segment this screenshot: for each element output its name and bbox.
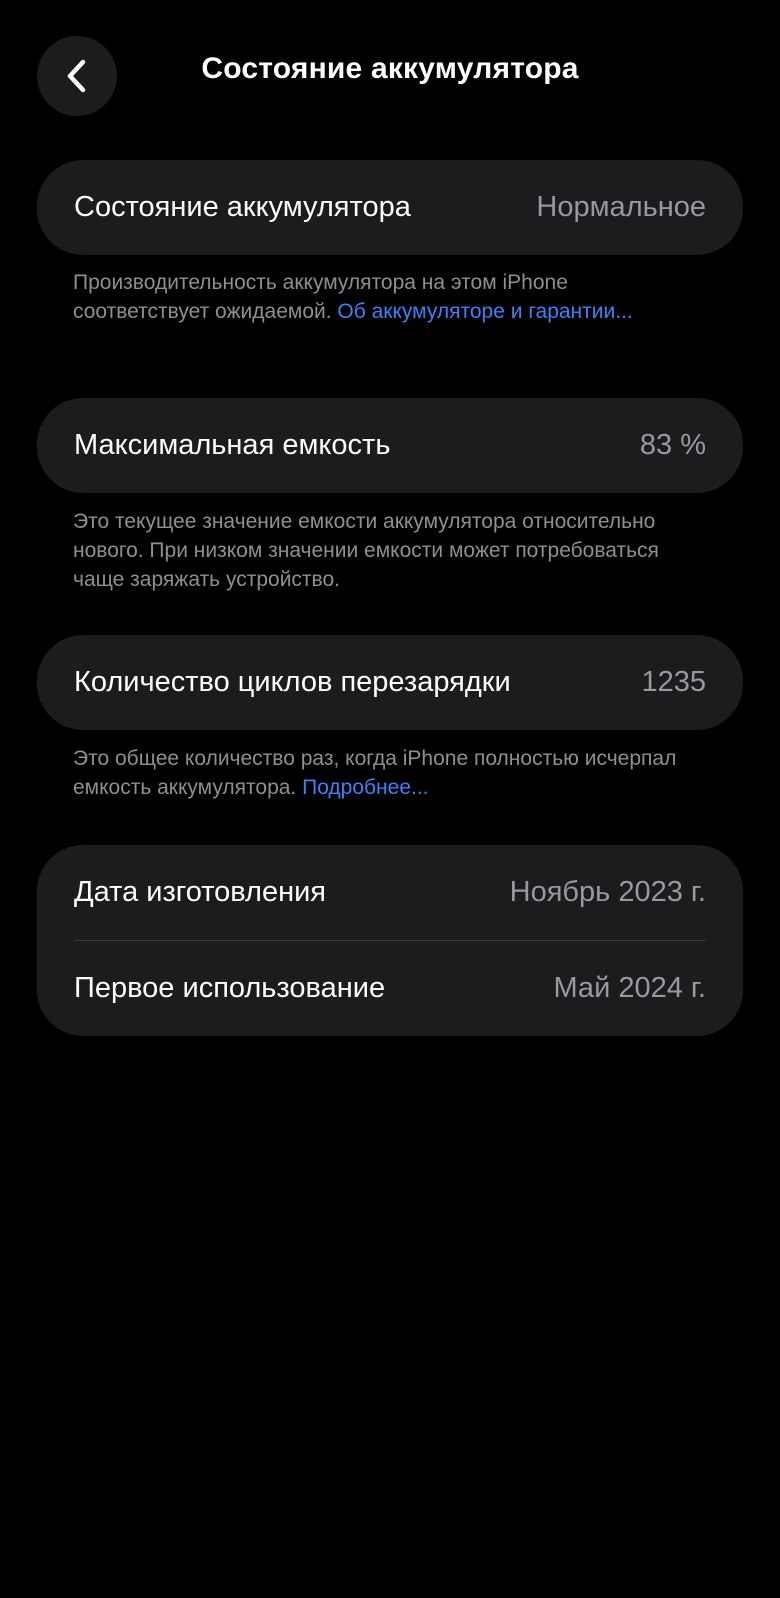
learn-more-link[interactable]: Подробнее... <box>302 776 428 799</box>
battery-condition-note: Производительность аккумулятора на этом … <box>73 268 693 326</box>
battery-condition-value: Нормальное <box>536 191 706 223</box>
cycle-count-value: 1235 <box>641 666 706 698</box>
cycle-count-row: Количество циклов перезарядки 1235 <box>37 635 743 730</box>
first-use-row: Первое использование Май 2024 г. <box>37 941 743 1036</box>
manufacture-date-row: Дата изготовления Ноябрь 2023 г. <box>37 845 743 940</box>
cycle-count-label: Количество циклов перезарядки <box>74 666 511 698</box>
manufacture-date-value: Ноябрь 2023 г. <box>509 876 706 908</box>
max-capacity-note-text: Это текущее значение емкости аккумулятор… <box>73 510 659 591</box>
cycle-count-note: Это общее количество раз, когда iPhone п… <box>73 744 693 802</box>
dates-card: Дата изготовления Ноябрь 2023 г. Первое … <box>37 845 743 1036</box>
battery-warranty-link[interactable]: Об аккумуляторе и гарантии... <box>337 300 632 323</box>
cycle-count-card: Количество циклов перезарядки 1235 <box>37 635 743 730</box>
battery-condition-label: Состояние аккумулятора <box>74 191 411 223</box>
battery-condition-row: Состояние аккумулятора Нормальное <box>37 160 743 255</box>
manufacture-date-label: Дата изготовления <box>74 876 326 908</box>
max-capacity-row: Максимальная емкость 83 % <box>37 398 743 493</box>
max-capacity-value: 83 % <box>639 429 706 461</box>
first-use-label: Первое использование <box>74 972 386 1004</box>
max-capacity-note: Это текущее значение емкости аккумулятор… <box>73 507 693 594</box>
page-title: Состояние аккумулятора <box>201 52 579 85</box>
navigation-bar: Состояние аккумулятора <box>0 0 780 150</box>
first-use-value: Май 2024 г. <box>553 972 706 1004</box>
max-capacity-card: Максимальная емкость 83 % <box>37 398 743 493</box>
max-capacity-label: Максимальная емкость <box>74 429 391 461</box>
battery-condition-card: Состояние аккумулятора Нормальное <box>37 160 743 255</box>
